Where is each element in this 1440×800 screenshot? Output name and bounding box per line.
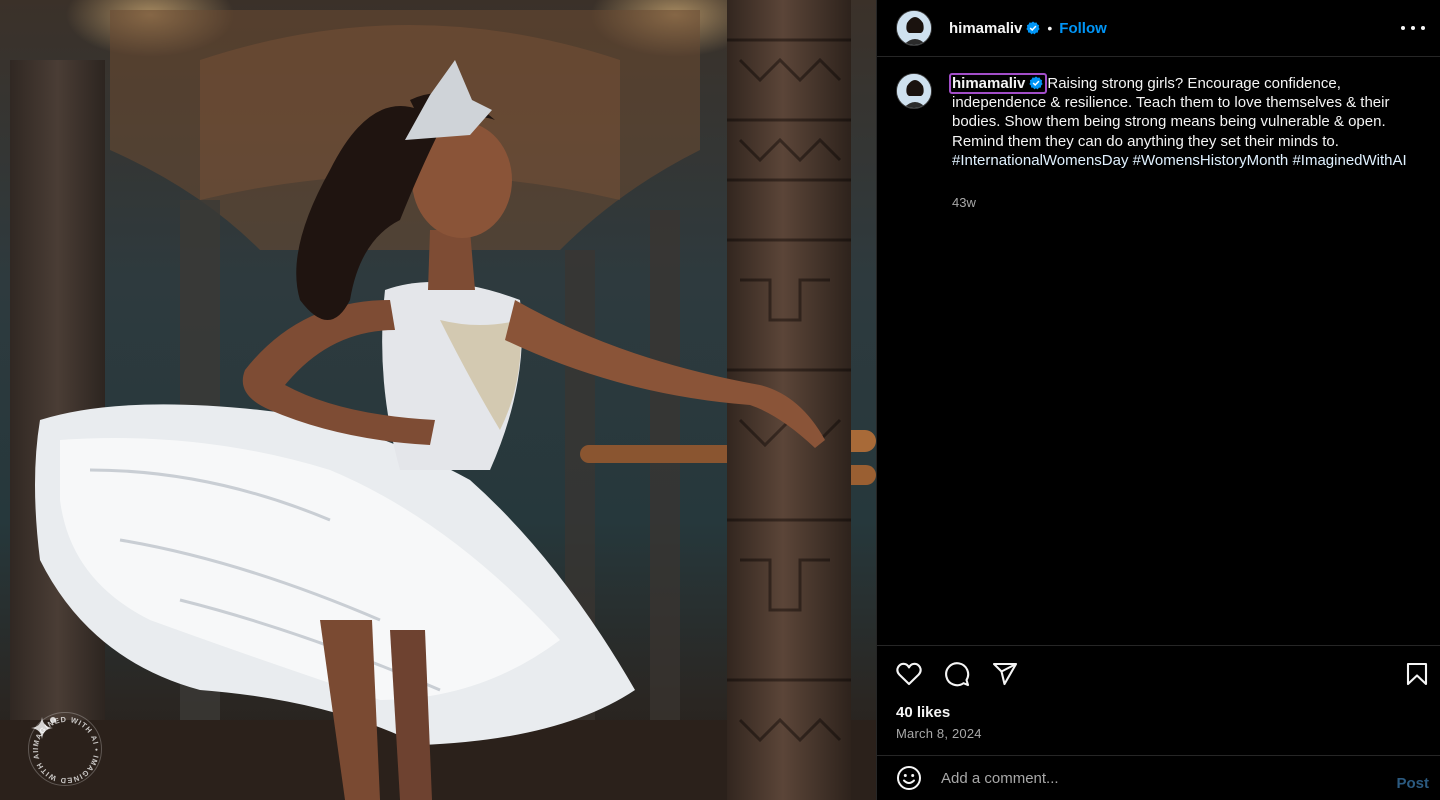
- likes-count[interactable]: 40 likes: [896, 704, 950, 721]
- post-comment-button[interactable]: Post: [1396, 775, 1429, 792]
- sparkle-icon: [31, 717, 56, 739]
- post-image: IMAGINED WITH AI • IMAGINED WITH AI •: [0, 0, 876, 800]
- hashtag-link[interactable]: #ImaginedWithAI: [1292, 152, 1406, 169]
- author-info: himamaliv • Follow: [949, 20, 1107, 37]
- post-details-panel: himamaliv • Follow himamaliv Raising str…: [876, 0, 1440, 800]
- caption-author-username[interactable]: himamaliv: [949, 73, 1048, 94]
- avatar-image: [897, 74, 931, 108]
- hashtag-link[interactable]: #InternationalWomensDay: [952, 152, 1128, 169]
- comment-icon[interactable]: [943, 660, 971, 688]
- verified-badge-icon: [1029, 76, 1043, 90]
- caption-section: himamaliv Raising strong girls? Encourag…: [877, 57, 1440, 645]
- emoji-icon[interactable]: [895, 764, 923, 792]
- ballerina-illustration: [0, 0, 876, 800]
- comment-bar: Post: [877, 755, 1440, 800]
- share-icon[interactable]: [991, 660, 1019, 688]
- imagined-with-ai-watermark: IMAGINED WITH AI • IMAGINED WITH AI •: [28, 712, 102, 786]
- separator-dot: •: [1047, 20, 1053, 36]
- action-bar: [895, 660, 1019, 688]
- hashtag-link[interactable]: #WomensHistoryMonth: [1133, 152, 1289, 169]
- post-header: himamaliv • Follow: [877, 0, 1440, 57]
- post-age[interactable]: 43w: [952, 195, 976, 210]
- follow-button[interactable]: Follow: [1059, 20, 1107, 37]
- post-caption: himamaliv Raising strong girls? Encourag…: [949, 73, 1422, 170]
- avatar-image: [897, 11, 931, 45]
- post-actions-section: 40 likes March 8, 2024: [877, 645, 1440, 755]
- more-options-icon[interactable]: [1401, 18, 1425, 38]
- bookmark-icon[interactable]: [1403, 660, 1431, 688]
- heart-icon[interactable]: [895, 660, 923, 688]
- verified-badge-icon: [1026, 21, 1040, 35]
- author-avatar[interactable]: [896, 10, 932, 46]
- post-date[interactable]: March 8, 2024: [896, 726, 982, 741]
- comment-input[interactable]: [941, 769, 1361, 787]
- author-username[interactable]: himamaliv: [949, 20, 1022, 37]
- caption-author-avatar[interactable]: [896, 73, 932, 109]
